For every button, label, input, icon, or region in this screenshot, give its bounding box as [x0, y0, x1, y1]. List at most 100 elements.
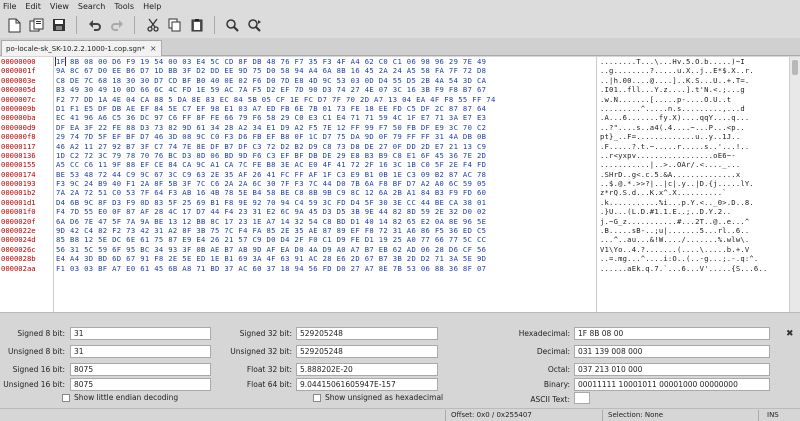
binary-field[interactable]: 00011111 10001011 00001000 00000000	[574, 378, 770, 391]
signed-16-field[interactable]: 8075	[70, 363, 211, 376]
cursor-byte[interactable]: 1F	[54, 57, 67, 67]
ascii-row[interactable]: V1\Yo..4.?.......(....\.....b.+.V	[598, 245, 788, 254]
ascii-row[interactable]: .w.N.......[.....p-....O.U..t	[598, 95, 788, 104]
toolbar-separator	[214, 16, 215, 34]
checkbox-box[interactable]	[62, 393, 70, 402]
ascii-row[interactable]: ...........|..>..OAr/.<...._...	[598, 160, 788, 169]
unsigned-32-field[interactable]: 529205248	[296, 345, 438, 358]
checkbox-box[interactable]	[313, 393, 321, 402]
scrollbar-thumb[interactable]	[792, 60, 798, 75]
offset-row: 0000028b	[1, 254, 36, 264]
hex-row[interactable]: F4 7D 55 E0 0F 87 AF 28 4C 17 D7 44 F4 2…	[54, 207, 596, 216]
paste-icon[interactable]	[188, 17, 205, 34]
hex-row[interactable]: B3 49 30 49 10 0D 66 6C 4C FD 1E 59 AC 7…	[54, 85, 596, 94]
little-endian-checkbox[interactable]: Show little endian decoding	[62, 393, 178, 402]
ascii-column[interactable]: ........T...\...Hv.5.O.b.....)~I ..g.....…	[598, 57, 788, 312]
hex-row[interactable]: 29 74 7D 5F EF BF D7 46 3D 08 9C C0 F3 D…	[54, 132, 596, 141]
hex-row[interactable]: 9D 42 C4 82 F2 73 42 31 A2 8F 3B 75 7C F…	[54, 226, 596, 235]
octal-field[interactable]: 037 213 010 000	[574, 363, 770, 376]
hex-row[interactable]: DF EA 3F 22 FE 88 D3 73 82 9D 61 34 28 A…	[54, 123, 596, 132]
ascii-row[interactable]: ........T...\...Hv.5.O.b.....)~I	[598, 57, 788, 66]
offset-column: 00000000 0000001f 0000003e 0000005d 0000007c…	[0, 57, 52, 312]
hex-editor[interactable]: 00000000 0000001f 0000003e 0000005d 0000007c…	[0, 57, 800, 313]
ascii-row[interactable]: ..g........?.....u.X..j..E*$.X..r.	[598, 66, 788, 75]
hex-row[interactable]: F1 03 03 BF A7 E0 61 45 6B A8 71 BD 37 A…	[54, 264, 596, 273]
signed-32-field[interactable]: 529205248	[296, 327, 438, 340]
close-panel-icon[interactable]: ✖	[786, 329, 794, 339]
hex-column[interactable]: 1F 8B 08 00 D6 F9 19 54 00 03 E4 5C CD 8…	[53, 57, 597, 312]
status-divider	[445, 410, 446, 421]
find-next-icon[interactable]	[246, 17, 263, 34]
ascii-row[interactable]: .B.....sB-..;u|.......5...rl..6..	[598, 226, 788, 235]
decimal-field[interactable]: 031 139 008 000	[574, 345, 770, 358]
unsigned-16-field[interactable]: 8075	[70, 378, 211, 391]
copy-icon[interactable]	[166, 17, 183, 34]
hex-row[interactable]: 9A 8C 67 D0 EE B6 D7 1D BB 3F D2 DD EE 9…	[54, 66, 596, 75]
ascii-row[interactable]: .F.....?.t.~.....r.....s..'...!..	[598, 142, 788, 151]
ascii-row[interactable]: .........^.....n.s.........,...d	[598, 104, 788, 113]
hex-row[interactable]: A5 CC C6 11 9F 88 EF CE 84 CA 9C A1 CA 7…	[54, 160, 596, 169]
ascii-row[interactable]: ..|h.00....@....]..K.S...U..+.T=.	[598, 76, 788, 85]
menu-tools[interactable]: Tools	[114, 2, 134, 11]
ascii-text-field[interactable]	[574, 392, 590, 404]
ascii-row[interactable]: .SHrD..g<.c.5.&A..............x	[598, 170, 788, 179]
find-icon[interactable]	[224, 17, 241, 34]
signed-8-field[interactable]: 31	[70, 327, 211, 340]
menu-help[interactable]: Help	[143, 2, 161, 11]
open-icon[interactable]	[28, 17, 45, 34]
hexadecimal-field[interactable]: 1F 8B 08 00	[574, 327, 770, 340]
menu-view[interactable]: View	[50, 2, 69, 11]
hex-row[interactable]: 6A D6 7E 47 5F 7A 9A BE 13 12 BB 8C 17 2…	[54, 217, 596, 226]
ascii-row[interactable]: ...^..au...&!W..../.......%.wlw\.	[598, 235, 788, 244]
hex-row[interactable]: BE 53 48 72 44 C9 9C 67 3C C9 63 2E 35 A…	[54, 170, 596, 179]
ascii-row[interactable]: .A...6.......fy.X)....qqY....q...	[598, 113, 788, 122]
hex-row[interactable]: 46 A2 11 27 92 B7 3F C7 74 7E 8E DF B7 D…	[54, 142, 596, 151]
ascii-row[interactable]: z*rQ.S.d...K.x^.X..........`	[598, 188, 788, 197]
cut-icon[interactable]	[144, 17, 161, 34]
hex-row[interactable]: EC 41 96 A6 C5 36 DC 97 C6 FF 8F FE 66 7…	[54, 113, 596, 122]
new-file-icon[interactable]	[6, 17, 23, 34]
decimal-label: Decimal:	[536, 347, 570, 356]
hex-row[interactable]: 1D C2 72 3C 79 78 70 76 BC D3 8D 06 BD 9…	[54, 151, 596, 160]
menu-bar: File Edit View Search Tools Help	[0, 0, 800, 12]
menu-search[interactable]: Search	[78, 2, 105, 11]
status-divider	[602, 410, 603, 421]
hex-row[interactable]: D1 F1 E5 DF DB AE EF 84 5E C7 EF 98 E1 0…	[54, 104, 596, 113]
ascii-row[interactable]: ..$.@.*.>>?|..|c|.y..|D.{j.....lY.	[598, 179, 788, 188]
ascii-row[interactable]: ......aEk.q.7.`...6...V'.....{S...6..	[598, 264, 788, 273]
menu-edit[interactable]: Edit	[25, 2, 41, 11]
ascii-row[interactable]: ..r<yxpv.................oE6~-	[598, 151, 788, 160]
tab-close-icon[interactable]: ×	[150, 44, 157, 53]
tab-file[interactable]: po-locale-sk_SK-10.2.2.1000-1.cop.sgn* ×	[1, 40, 162, 56]
offset-row: 0000024d	[1, 235, 36, 245]
ascii-row[interactable]: .I01..fll...Y.z....].t'N.<.;...g	[598, 85, 788, 94]
hex-row[interactable]: 56 31 5C 59 6F 95 BC 34 93 3F 0B AE B7 A…	[54, 245, 596, 254]
ascii-row[interactable]: j.~G_z...........#...2T..@..e...^	[598, 217, 788, 226]
hex-row[interactable]: 1F 8B 08 00 D6 F9 19 54 00 03 E4 5C CD 8…	[54, 57, 596, 67]
save-icon[interactable]	[50, 17, 67, 34]
ascii-row[interactable]: ..=.mg...^....i:O..(..-g...;.-.q:^.	[598, 254, 788, 263]
unsigned-hex-checkbox[interactable]: Show unsigned as hexadecimal	[313, 393, 443, 402]
float-32-field[interactable]: 5.888202E-20	[296, 363, 438, 376]
toolbar	[0, 12, 800, 38]
hex-row[interactable]: E4 A4 3D BD 6D 67 91 F8 2E 5E ED 1E B1 6…	[54, 254, 596, 263]
menu-file[interactable]: File	[3, 2, 16, 11]
hex-row[interactable]: 7A 2A 72 51 C0 53 7F 64 F3 AB 16 4B 78 5…	[54, 188, 596, 197]
float-64-field[interactable]: 9.04415061605947E-157	[296, 378, 438, 391]
ascii-row[interactable]: .}U...(L.D.#1.1.E..;..D.Y.2..	[598, 207, 788, 216]
ascii-row[interactable]: pt}_..F=.............u..y..1J..	[598, 132, 788, 141]
hexadecimal-label: Hexadecimal:	[518, 329, 570, 338]
signed-8-label: Signed 8 bit:	[17, 329, 65, 338]
hex-row[interactable]: C8 DE 7C 68 18 30 30 D7 CD BF B0 40 0E 0…	[54, 76, 596, 85]
undo-icon[interactable]	[86, 17, 103, 34]
hex-row[interactable]: 85 B8 12 5E DC 6E 61 75 87 E9 E4 26 21 5…	[54, 235, 596, 244]
ascii-row[interactable]: .k...........%i...p.Y.<.._0>.D..8.	[598, 198, 788, 207]
unsigned-8-field[interactable]: 31	[70, 345, 211, 358]
ascii-row[interactable]: ..?"....s..a4(.4....~...P...<p..	[598, 123, 788, 132]
hex-row[interactable]: F3 9C 24 B9 40 F1 2A 8F 5B 3F 7C C6 2A 2…	[54, 179, 596, 188]
offset-row: 0000005d	[1, 85, 36, 95]
redo-icon[interactable]	[108, 17, 125, 34]
vertical-scrollbar[interactable]	[789, 57, 800, 312]
hex-row[interactable]: D4 6B 9C 8F D3 F9 0D 83 5F 25 69 B1 F8 9…	[54, 198, 596, 207]
hex-row[interactable]: F2 77 DD 1A 4E 04 CA 88 5 DA 8E 83 EC 84…	[54, 95, 596, 104]
